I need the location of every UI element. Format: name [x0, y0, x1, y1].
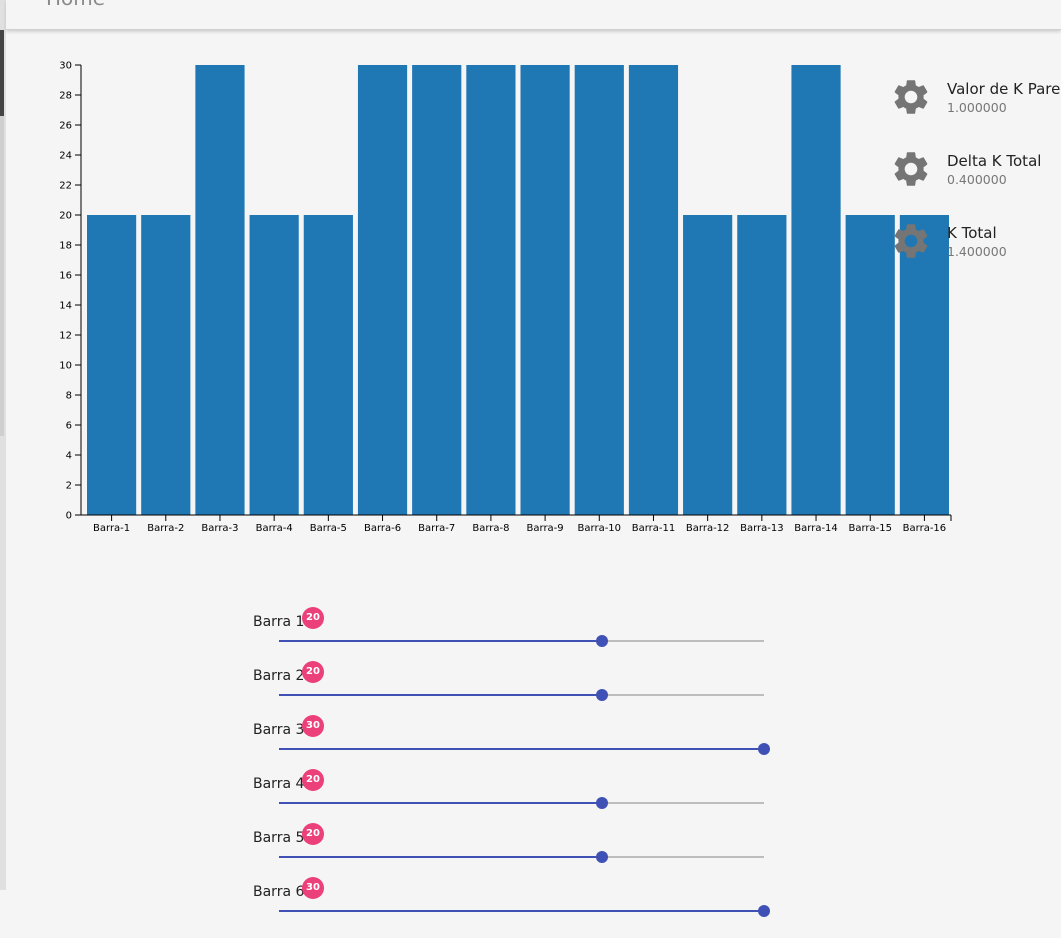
info-value: 1.000000 [947, 100, 1007, 115]
x-tick-label: Barra-4 [256, 523, 293, 534]
bar-barra-7 [412, 65, 462, 515]
slider-label: Barra 5 [253, 830, 305, 846]
slider-value-badge: 30 [302, 715, 324, 737]
y-tick-label: 14 [59, 301, 72, 312]
slider-label: Barra 1 [253, 614, 305, 630]
x-tick-label: Barra-2 [147, 523, 184, 534]
slider-row-barra-4: Barra 4 20 [253, 769, 783, 830]
slider-row-barra-6: Barra 6 30 [253, 877, 783, 938]
bar-barra-2 [141, 215, 191, 515]
y-tick-label: 2 [66, 481, 72, 492]
y-tick-label: 16 [59, 271, 72, 282]
slider-label: Barra 3 [253, 722, 305, 738]
y-tick-label: 12 [59, 331, 72, 342]
bar-barra-1 [87, 215, 137, 515]
slider-thumb[interactable] [758, 743, 770, 755]
slider-track[interactable] [279, 743, 770, 755]
x-tick-label: Barra-10 [578, 523, 622, 534]
x-tick-label: Barra-7 [418, 523, 455, 534]
bar-barra-5 [303, 215, 353, 515]
y-tick-label: 18 [59, 241, 72, 252]
x-tick-label: Barra-14 [794, 523, 838, 534]
slider-label: Barra 6 [253, 884, 305, 900]
bar-barra-3 [195, 65, 245, 515]
bar-chart: 024681012141618202224262830Barra-1 Barra-… [59, 61, 952, 534]
slider-fill [279, 802, 603, 804]
slider-row-barra-5: Barra 5 20 [253, 823, 783, 884]
slider-value-badge: 20 [302, 823, 324, 845]
info-item-1: Delta K Total 0.400000 [890, 148, 1061, 192]
slider-label: Barra 4 [253, 776, 305, 792]
y-tick-label: 0 [66, 511, 72, 522]
y-tick-label: 4 [66, 451, 72, 462]
y-tick-label: 10 [59, 361, 72, 372]
slider-label: Barra 2 [253, 668, 305, 684]
slider-fill [279, 748, 764, 750]
slider-thumb[interactable] [758, 905, 770, 917]
bar-barra-11 [628, 65, 679, 515]
x-tick-label: Barra-16 [903, 523, 947, 534]
info-item-0: Valor de K Parede 1.000000 [890, 76, 1061, 120]
slider-fill [279, 694, 603, 696]
info-value: 1.400000 [947, 244, 1007, 259]
x-tick-label: Barra-12 [686, 523, 730, 534]
page-title: Home [46, 0, 105, 10]
y-tick-label: 6 [66, 421, 72, 432]
slider-value-badge: 20 [302, 769, 324, 791]
slider-thumb[interactable] [596, 689, 609, 701]
slider-track[interactable] [279, 635, 764, 647]
y-tick-label: 24 [59, 151, 72, 162]
bar-barra-6 [357, 65, 408, 515]
y-tick-label: 22 [59, 181, 72, 192]
bar-barra-9 [520, 65, 570, 515]
bar-barra-12 [683, 215, 733, 515]
y-tick-label: 20 [59, 211, 72, 222]
slider-thumb[interactable] [596, 797, 609, 809]
gear-icon[interactable] [890, 148, 932, 190]
bar-barra-4 [249, 215, 299, 515]
info-label: Delta K Total [947, 152, 1042, 170]
gear-icon[interactable] [890, 76, 932, 118]
slider-fill [279, 856, 603, 858]
x-tick-label: Barra-1 [93, 523, 130, 534]
slider-track[interactable] [279, 689, 764, 701]
y-tick-label: 26 [59, 121, 72, 132]
x-tick-label: Barra-5 [310, 523, 347, 534]
slider-row-barra-2: Barra 2 20 [253, 661, 783, 722]
y-tick-label: 28 [59, 91, 72, 102]
slider-track[interactable] [279, 797, 764, 809]
gear-icon[interactable] [890, 220, 932, 262]
x-tick-label: Barra-13 [740, 523, 784, 534]
x-tick-label: Barra-3 [201, 523, 238, 534]
app-bar: Home [6, 0, 1061, 30]
info-item-2: K Total 1.400000 [890, 220, 1061, 264]
slider-value-badge: 20 [302, 661, 324, 683]
bar-barra-8 [466, 65, 516, 515]
y-tick-label: 30 [59, 61, 72, 72]
x-tick-label: Barra-15 [848, 523, 892, 534]
y-tick-label: 8 [66, 391, 72, 402]
slider-thumb[interactable] [596, 635, 609, 647]
x-tick-label: Barra-9 [527, 523, 564, 534]
slider-value-badge: 30 [302, 877, 324, 899]
slider-fill [279, 910, 764, 912]
slider-track[interactable] [279, 905, 770, 917]
bar-barra-14 [791, 65, 841, 515]
slider-row-barra-1: Barra 1 20 [253, 607, 783, 668]
slider-track[interactable] [279, 851, 764, 863]
info-label: K Total [947, 224, 997, 242]
bar-barra-15 [845, 215, 895, 515]
info-label: Valor de K Parede [947, 80, 1061, 98]
x-tick-label: Barra-8 [472, 523, 509, 534]
x-tick-label: Barra-11 [632, 523, 676, 534]
slider-value-badge: 20 [302, 607, 324, 629]
bar-barra-10 [574, 65, 624, 515]
slider-fill [279, 640, 603, 642]
info-value: 0.400000 [947, 172, 1007, 187]
bar-barra-13 [737, 215, 787, 515]
slider-thumb[interactable] [596, 851, 609, 863]
x-tick-label: Barra-6 [364, 523, 401, 534]
slider-row-barra-3: Barra 3 30 [253, 715, 783, 776]
